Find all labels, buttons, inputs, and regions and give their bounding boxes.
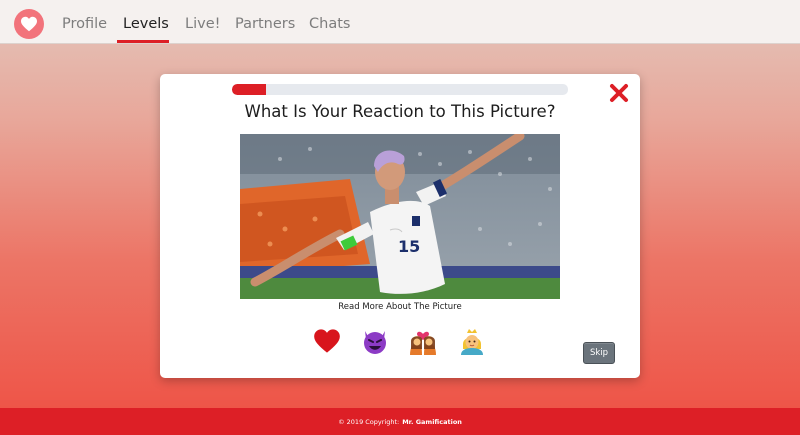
skip-button[interactable]: Skip xyxy=(583,342,615,364)
active-tab-indicator xyxy=(117,40,169,43)
reaction-heart-button[interactable] xyxy=(312,326,342,356)
question-title: What Is Your Reaction to This Picture? xyxy=(244,102,556,121)
top-navbar: Profile Levels Live! Partners Chats xyxy=(0,0,800,44)
smiling-devil-icon xyxy=(364,331,386,354)
level-progress-fill xyxy=(232,84,266,95)
nav-item-profile[interactable]: Profile xyxy=(62,16,107,32)
nav-item-live[interactable]: Live! xyxy=(185,16,220,32)
reaction-devil-button[interactable] xyxy=(360,326,390,356)
nav-item-chats[interactable]: Chats xyxy=(309,16,350,32)
reaction-kiss-button[interactable] xyxy=(408,326,438,356)
nav-item-partners[interactable]: Partners xyxy=(235,16,295,32)
nav-item-levels[interactable]: Levels xyxy=(123,16,169,32)
read-more-link[interactable]: Read More About The Picture xyxy=(160,302,640,312)
princess-icon xyxy=(461,329,483,355)
heart-icon xyxy=(21,16,37,32)
footer: © 2019 Copyright: Mr. Gamification xyxy=(0,408,800,435)
soccer-player-celebration-photo: 15 xyxy=(240,134,560,299)
level-progress-bar xyxy=(232,84,568,95)
reaction-picture: 15 xyxy=(240,134,560,299)
footer-copyright: © 2019 Copyright: xyxy=(338,417,400,426)
red-heart-icon xyxy=(314,329,340,353)
logo[interactable] xyxy=(14,9,44,39)
close-x-icon xyxy=(610,84,628,102)
kissing-couple-icon xyxy=(410,331,436,355)
svg-text:15: 15 xyxy=(398,237,420,256)
reaction-princess-button[interactable] xyxy=(457,326,487,356)
footer-brand: Mr. Gamification xyxy=(402,417,462,426)
reaction-modal: What Is Your Reaction to This Picture? 1… xyxy=(160,74,640,378)
close-button[interactable] xyxy=(608,82,630,104)
